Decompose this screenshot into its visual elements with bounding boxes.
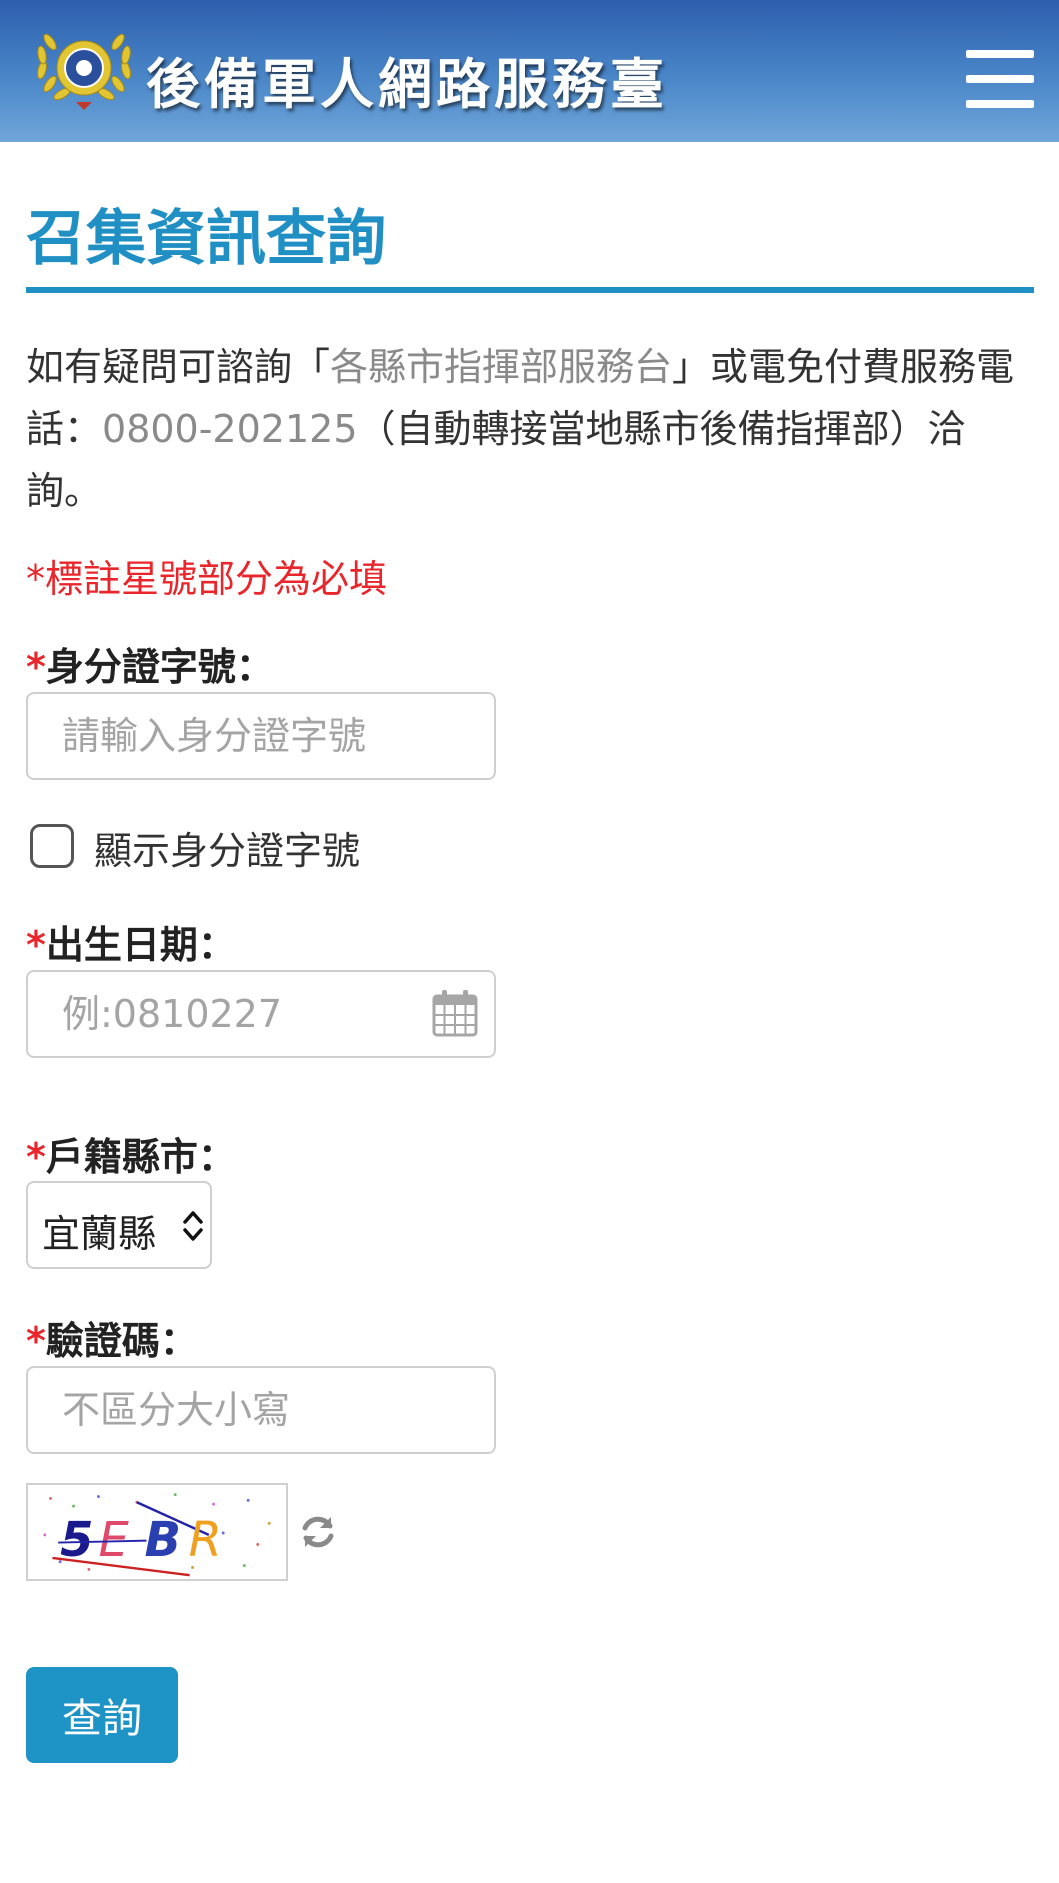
household-city-label-text: 戶籍縣市：: [45, 1135, 236, 1179]
id-number-input[interactable]: [26, 692, 496, 780]
refresh-icon[interactable]: [298, 1512, 338, 1552]
required-star: *: [26, 1135, 46, 1179]
captcha-label-text: 驗證碼：: [45, 1319, 198, 1363]
site-header: 後備軍人網路服務臺: [0, 0, 1059, 142]
intro-text-part1: 如有疑問可諮詢「: [26, 345, 331, 389]
hamburger-menu-icon[interactable]: [966, 50, 1034, 108]
household-city-select[interactable]: 宜蘭縣: [26, 1181, 212, 1269]
household-city-selected: 宜蘭縣: [42, 1212, 157, 1256]
captcha-image: 5 E B R: [26, 1483, 288, 1581]
page-title: 召集資訊查詢: [26, 204, 386, 274]
required-star: *: [26, 923, 46, 967]
birth-date-input[interactable]: [26, 970, 496, 1058]
military-emblem-icon[interactable]: [28, 22, 140, 114]
service-desk-link[interactable]: 各縣市指揮部服務台: [330, 345, 672, 389]
show-id-checkbox[interactable]: [30, 824, 74, 868]
select-arrows-icon: [183, 1211, 203, 1241]
title-divider: [26, 287, 1034, 293]
id-number-label: *身分證字號：: [26, 636, 274, 691]
captcha-char: R: [189, 1512, 222, 1568]
required-note: *標註星號部分為必填: [26, 557, 388, 601]
service-phone-link[interactable]: 0800-202125: [102, 407, 357, 451]
show-id-checkbox-label[interactable]: 顯示身分證字號: [94, 820, 360, 875]
birth-date-label: *出生日期：: [26, 914, 236, 969]
calendar-icon[interactable]: [432, 989, 478, 1037]
captcha-label: *驗證碼：: [26, 1310, 198, 1365]
captcha-input[interactable]: [26, 1366, 496, 1454]
intro-text: 如有疑問可諮詢「各縣市指揮部服務台」或電免付費服務電話：0800-202125（…: [26, 336, 1036, 522]
required-star: *: [26, 1319, 46, 1363]
captcha-char: E: [98, 1512, 129, 1568]
id-number-label-text: 身分證字號：: [45, 645, 274, 689]
required-star: *: [26, 645, 46, 689]
site-title[interactable]: 後備軍人網路服務臺: [146, 40, 668, 119]
captcha-char: 5: [60, 1512, 93, 1568]
captcha-char: B: [145, 1512, 182, 1568]
birth-date-label-text: 出生日期：: [45, 923, 236, 967]
household-city-label: *戶籍縣市：: [26, 1126, 236, 1181]
search-submit-button[interactable]: 查詢: [26, 1667, 178, 1763]
